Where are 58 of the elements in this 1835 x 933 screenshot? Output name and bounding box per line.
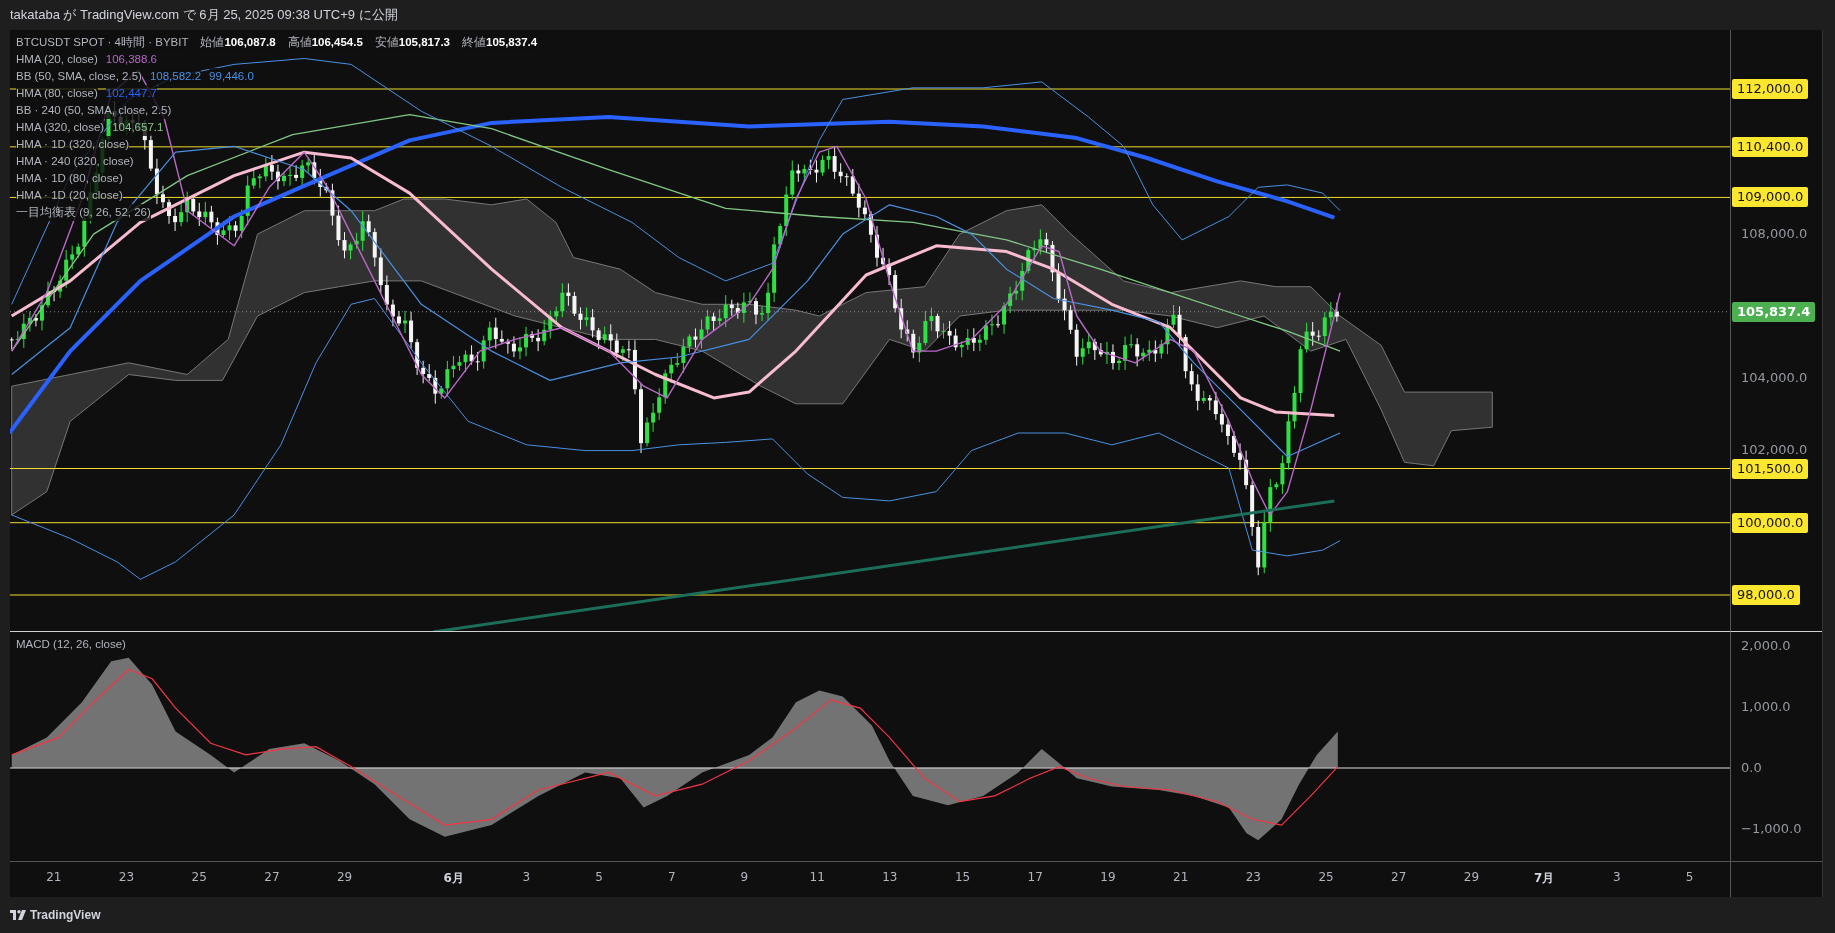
indicator-name: MACD (12, 26, close)	[16, 638, 126, 650]
date-label: 23	[118, 870, 135, 884]
indicator-value: 99,446.0	[209, 68, 254, 85]
price-level-label: 101,500.0	[1732, 458, 1809, 479]
date-label: 29	[1463, 870, 1480, 884]
macd-tick-label: 2,000.0	[1741, 637, 1791, 655]
indicator-name: 一目均衡表 (9, 26, 52, 26)	[16, 204, 151, 221]
date-label: 27	[1391, 870, 1407, 884]
date-label: 25	[191, 870, 207, 884]
date-label: 3	[522, 870, 531, 884]
date-label: 5	[1685, 870, 1694, 884]
date-label: 7	[667, 870, 676, 884]
date-label: 29	[336, 870, 353, 884]
macd-tick-label: 1,000.0	[1741, 698, 1791, 716]
indicator-name: HMA · 1D (320, close)	[16, 136, 130, 153]
price-tick-label: 104,000.0	[1741, 369, 1808, 388]
ohlc-label: 始値	[200, 34, 225, 51]
date-label: 5	[595, 870, 603, 884]
date-label: 13	[882, 870, 898, 884]
indicator-value: 108,582.2	[149, 68, 202, 85]
price-level-label: 98,000.0	[1732, 585, 1800, 605]
indicator-name: HMA (320, close)	[16, 119, 105, 136]
symbol-title: BTCUSDT SPOT · 4時間 · BYBIT	[16, 34, 189, 51]
date-label: 25	[1318, 870, 1334, 884]
date-label: 21	[46, 870, 62, 884]
price-level-label: 109,000.0	[1732, 187, 1809, 208]
macd-tick-label: −1,000.0	[1741, 820, 1802, 838]
indicator-name: HMA · 240 (320, close)	[16, 153, 134, 170]
publish-info: takataba が TradingView.com で 6月 25, 2025 09:38 UTC+9 に公開	[10, 7, 398, 22]
indicator-name: HMA · 1D (80, close)	[16, 170, 123, 187]
date-label: 27	[264, 870, 280, 884]
date-label: 9	[740, 870, 749, 884]
date-label: 11	[809, 870, 825, 884]
date-label: 19	[1100, 870, 1116, 884]
date-label: 3	[1613, 870, 1621, 884]
last-price-label: 105,837.4	[1732, 301, 1816, 322]
indicator-name: HMA · 1D (20, close)	[16, 187, 123, 204]
indicator-name: HMA (80, close)	[16, 85, 98, 102]
date-label: 15	[954, 870, 971, 884]
date-label: 23	[1245, 870, 1261, 884]
price-level-label: 112,000.0	[1732, 79, 1809, 99]
brand-name: TradingView	[30, 908, 101, 922]
indicator-name: BB · 240 (50, SMA, close, 2.5)	[16, 102, 172, 119]
ohlc-label: 安値	[374, 34, 399, 51]
price-tick-label: 108,000.0	[1741, 224, 1808, 243]
macd-tick-label: 0.0	[1741, 759, 1762, 777]
date-label: 6月	[443, 870, 464, 887]
ohlc-label: 高値	[287, 34, 312, 51]
indicator-name: BB (50, SMA, close, 2.5)	[16, 68, 142, 85]
price-tick-label: 102,000.0	[1741, 441, 1808, 460]
date-label: 7月	[1533, 870, 1555, 887]
date-label: 17	[1027, 870, 1043, 884]
price-level-label: 100,000.0	[1732, 512, 1809, 533]
ohlc-label: 終値	[462, 34, 486, 51]
price-level-label: 110,400.0	[1732, 136, 1809, 157]
date-label: 21	[1173, 870, 1189, 884]
indicator-value: 102,447.7	[105, 85, 157, 102]
indicator-value: 104,657.1	[112, 119, 164, 136]
